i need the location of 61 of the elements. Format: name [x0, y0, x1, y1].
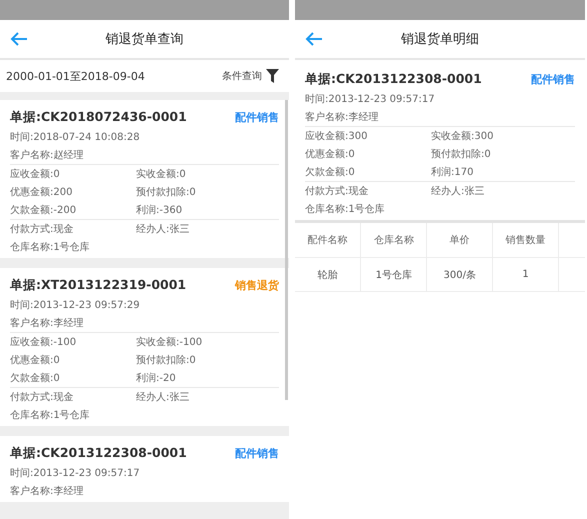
field-text: 经办人:张三	[136, 222, 190, 236]
field-text: 预付款扣除:0	[136, 354, 197, 367]
field-text: 应收金额:300	[305, 130, 368, 143]
field-text: 欠款金额:-200	[10, 204, 78, 217]
field-text: 欠款金额:0	[10, 372, 61, 385]
table-cell: 300/条	[426, 258, 493, 292]
field-text: 付款方式:现金	[10, 222, 74, 236]
field-text: 欠款金额:0	[305, 166, 356, 179]
page-title: 销退货单明细	[400, 31, 480, 48]
field-text: 经办人:张三	[136, 390, 190, 404]
field-text: 客户名称:李经理	[10, 484, 84, 498]
field-text: 实收金额:0	[136, 168, 187, 181]
field-text: 实收金额:300	[431, 130, 494, 143]
field-text: 预付款扣除:0	[431, 148, 492, 161]
column-header: 配件名称	[295, 223, 361, 258]
field-text: 时间:2013-12-23 09:57:17	[305, 92, 435, 106]
funnel-icon	[266, 69, 279, 83]
order-type: 销售退货	[235, 278, 279, 292]
back-arrow-icon[interactable]	[305, 32, 323, 46]
order-card[interactable]: 单据:XT2013122319-0001 销售退货 时间:2013-12-23 09:57:29 客户名称:李经理 应收金额:-100 实收金额:-100 优惠金额:0 预付款扣除:0 欠款金额:0 利润:-20 付款方式:现金 经办人:张三 仓库名称:1号仓库	[0, 268, 289, 426]
order-number: 单据:CK2018072436-0001	[10, 108, 187, 126]
column-header: 单价	[426, 223, 493, 258]
field-text: 利润:-20	[136, 372, 177, 385]
order-card[interactable]: 单据:CK2013122308-0001 配件销售 时间:2013-12-23 09:57:17 客户名称:李经理	[0, 436, 289, 502]
date-range: 2000-01-01至2018-09-04	[6, 68, 145, 84]
column-header: 仓库名称	[360, 223, 427, 258]
field-text: 优惠金额:200	[10, 186, 74, 199]
field-text: 经办人:张三	[431, 184, 486, 198]
field-text: 利润:170	[431, 166, 474, 179]
field-text: 仓库名称:1号仓库	[305, 202, 385, 216]
field-text: 仓库名称:1号仓库	[10, 240, 90, 254]
order-card[interactable]: 单据:CK2018072436-0001 配件销售 时间:2018-07-24 10:08:28 客户名称:赵经理 应收金额:0 实收金额:0 优惠金额:200 预付款扣除:0 欠款金额:-200 利润:-360 付款方式:现金 经办人:张三 仓库名称:1号仓库	[0, 100, 289, 258]
order-type: 配件销售	[531, 72, 575, 86]
order-number: 单据:CK2013122308-0001	[305, 70, 482, 88]
field-text: 客户名称:李经理	[10, 316, 84, 330]
table-cell: 1号仓库	[360, 258, 427, 292]
order-number: 单据:XT2013122319-0001	[10, 276, 186, 294]
field-text: 利润:-360	[136, 204, 184, 217]
order-number: 单据:CK2013122308-0001	[10, 444, 187, 462]
field-text: 时间:2013-12-23 09:57:17	[10, 466, 140, 480]
field-text: 优惠金额:0	[305, 148, 356, 161]
order-type: 配件销售	[235, 446, 279, 460]
column-header: 销售数量	[492, 223, 559, 258]
filter-button[interactable]: 条件查询	[222, 69, 279, 83]
field-text: 应收金额:-100	[10, 336, 78, 349]
back-arrow-icon[interactable]	[10, 32, 28, 46]
field-text: 仓库名称:1号仓库	[10, 408, 90, 422]
field-text: 客户名称:李经理	[305, 110, 378, 124]
page-title: 销退货单查询	[104, 31, 184, 48]
field-text: 应收金额:0	[10, 168, 61, 181]
table-cell: 轮胎	[295, 258, 361, 292]
order-type: 配件销售	[235, 110, 279, 124]
field-text: 时间:2018-07-24 10:08:28	[10, 130, 140, 144]
field-text: 优惠金额:0	[10, 354, 61, 367]
table-cell: 1	[492, 258, 559, 292]
field-text: 付款方式:现金	[305, 184, 370, 198]
field-text: 付款方式:现金	[10, 390, 74, 404]
field-text: 客户名称:赵经理	[10, 148, 84, 162]
field-text: 时间:2013-12-23 09:57:29	[10, 298, 140, 312]
field-text: 预付款扣除:0	[136, 186, 197, 199]
field-text: 实收金额:-100	[136, 336, 204, 349]
